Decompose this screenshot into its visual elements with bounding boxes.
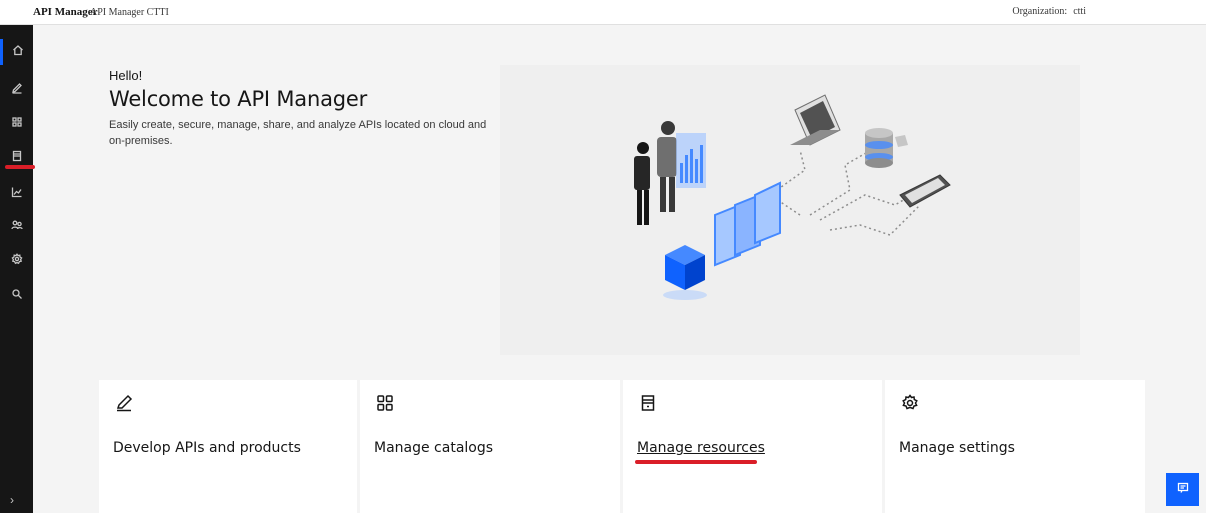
pencil-icon	[11, 81, 23, 99]
grid-icon	[376, 394, 394, 412]
database	[865, 128, 908, 168]
nav-home[interactable]	[0, 39, 33, 65]
tile-label: Manage catalogs	[374, 440, 494, 456]
welcome-description: Easily create, secure, manage, share, an…	[109, 119, 487, 147]
resource-icon	[639, 394, 657, 412]
cube	[663, 245, 707, 300]
expand-nav-button[interactable]: ›	[10, 493, 24, 507]
tile-settings[interactable]: Manage settings	[885, 380, 1145, 513]
chat-icon	[1177, 481, 1189, 499]
tile-label: Develop APIs and products	[113, 440, 301, 456]
people-figures	[634, 121, 706, 225]
home-icon	[12, 43, 24, 61]
grid-icon	[11, 115, 23, 133]
organization-label: Organization:	[1012, 6, 1068, 17]
greeting: Hello!	[109, 68, 143, 83]
tile-label: Manage resources	[637, 440, 765, 456]
nav-analytics[interactable]	[0, 181, 33, 207]
app-title[interactable]: API Manager	[33, 6, 97, 18]
users-icon	[10, 218, 23, 236]
top-header: API Manager API Manager CTTI Organizatio…	[0, 0, 1206, 25]
nav-members[interactable]	[0, 214, 33, 240]
gear-icon	[901, 394, 919, 412]
welcome-section: Hello! Welcome to API Manager Easily cre…	[109, 68, 509, 149]
chevron-right-icon: ›	[10, 493, 14, 507]
tile-catalogs[interactable]: Manage catalogs	[360, 380, 620, 513]
api-network-illustration	[634, 94, 951, 300]
organization-switcher[interactable]: Organization: ctti	[1012, 6, 1086, 17]
tile-label: Manage settings	[899, 440, 1015, 456]
tile-develop[interactable]: Develop APIs and products	[99, 380, 357, 513]
nav-develop[interactable]	[0, 77, 33, 103]
gateway-blocks	[714, 181, 781, 267]
instance-name: API Manager CTTI	[90, 7, 169, 18]
nav-search[interactable]	[0, 283, 33, 309]
tile-resources[interactable]: Manage resources	[623, 380, 882, 513]
gear-icon	[10, 252, 23, 270]
hero-illustration	[500, 65, 1080, 355]
laptop	[790, 94, 841, 146]
pencil-icon	[115, 394, 133, 412]
organization-value: ctti	[1073, 6, 1086, 17]
chart-icon	[11, 185, 23, 203]
side-navigation: ›	[0, 25, 35, 513]
nav-settings[interactable]	[0, 248, 33, 274]
phone	[899, 174, 951, 208]
page-title: Welcome to API Manager	[109, 87, 368, 111]
resources-highlight-mark	[5, 165, 35, 169]
highlight-underline	[635, 460, 757, 464]
search-icon	[11, 287, 23, 305]
nav-catalogs[interactable]	[0, 111, 33, 137]
feedback-button[interactable]	[1166, 473, 1199, 506]
